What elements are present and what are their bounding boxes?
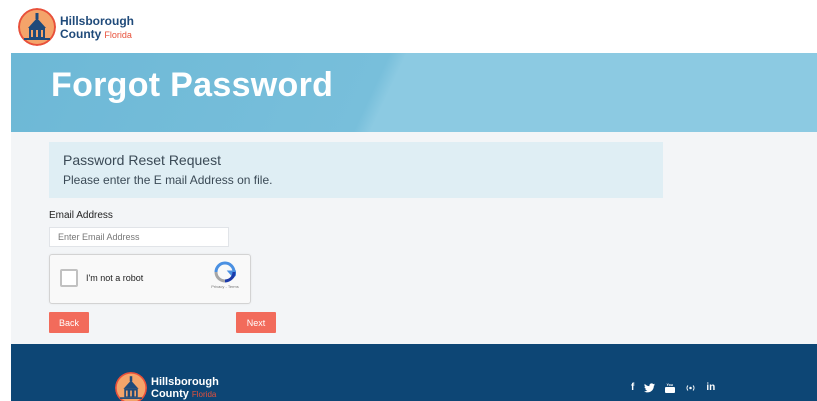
- logo-line2: County Florida: [60, 26, 132, 41]
- email-label: Email Address: [49, 210, 113, 221]
- recaptcha-terms[interactable]: Privacy - Terms: [205, 284, 245, 289]
- logo-line1: Hillsborough: [60, 13, 134, 28]
- hero-banner: Forgot Password: [11, 53, 817, 132]
- back-button[interactable]: Back: [49, 312, 89, 333]
- footer-logo-line2: County Florida: [151, 387, 217, 400]
- email-input[interactable]: [49, 227, 229, 247]
- podcast-icon[interactable]: [685, 383, 696, 393]
- youtube-icon[interactable]: You: [665, 383, 676, 393]
- footer-logo-line1: Hillsborough: [151, 375, 219, 388]
- svg-text:You: You: [667, 383, 673, 387]
- recaptcha-checkbox[interactable]: [60, 269, 78, 287]
- footer: Hillsborough County Florida f You in: [11, 344, 817, 401]
- page-title: Forgot Password: [51, 66, 334, 104]
- county-seal-icon: [115, 372, 147, 401]
- notice-description: Please enter the E mail Address on file.: [63, 173, 273, 187]
- recaptcha-label: I'm not a robot: [86, 273, 144, 283]
- reset-notice: Password Reset Request Please enter the …: [49, 142, 663, 198]
- top-header: Hillsborough County Florida: [0, 0, 817, 53]
- logo-state: Florida: [104, 29, 132, 40]
- county-seal-icon: [18, 8, 56, 46]
- facebook-icon[interactable]: f: [631, 382, 634, 393]
- next-button[interactable]: Next: [236, 312, 276, 333]
- footer-logo[interactable]: Hillsborough County Florida: [115, 372, 219, 401]
- linkedin-icon[interactable]: in: [706, 382, 715, 393]
- recaptcha-branding: Privacy - Terms: [205, 261, 245, 289]
- footer-logo-state: Florida: [191, 389, 217, 399]
- recaptcha-widget: I'm not a robot Privacy - Terms: [49, 254, 251, 304]
- twitter-icon[interactable]: [644, 382, 656, 393]
- notice-title: Password Reset Request: [63, 152, 221, 168]
- main-content: Password Reset Request Please enter the …: [11, 132, 817, 344]
- county-logo[interactable]: Hillsborough County Florida: [18, 8, 134, 46]
- social-links: f You in: [631, 382, 715, 393]
- recaptcha-icon: [214, 261, 236, 283]
